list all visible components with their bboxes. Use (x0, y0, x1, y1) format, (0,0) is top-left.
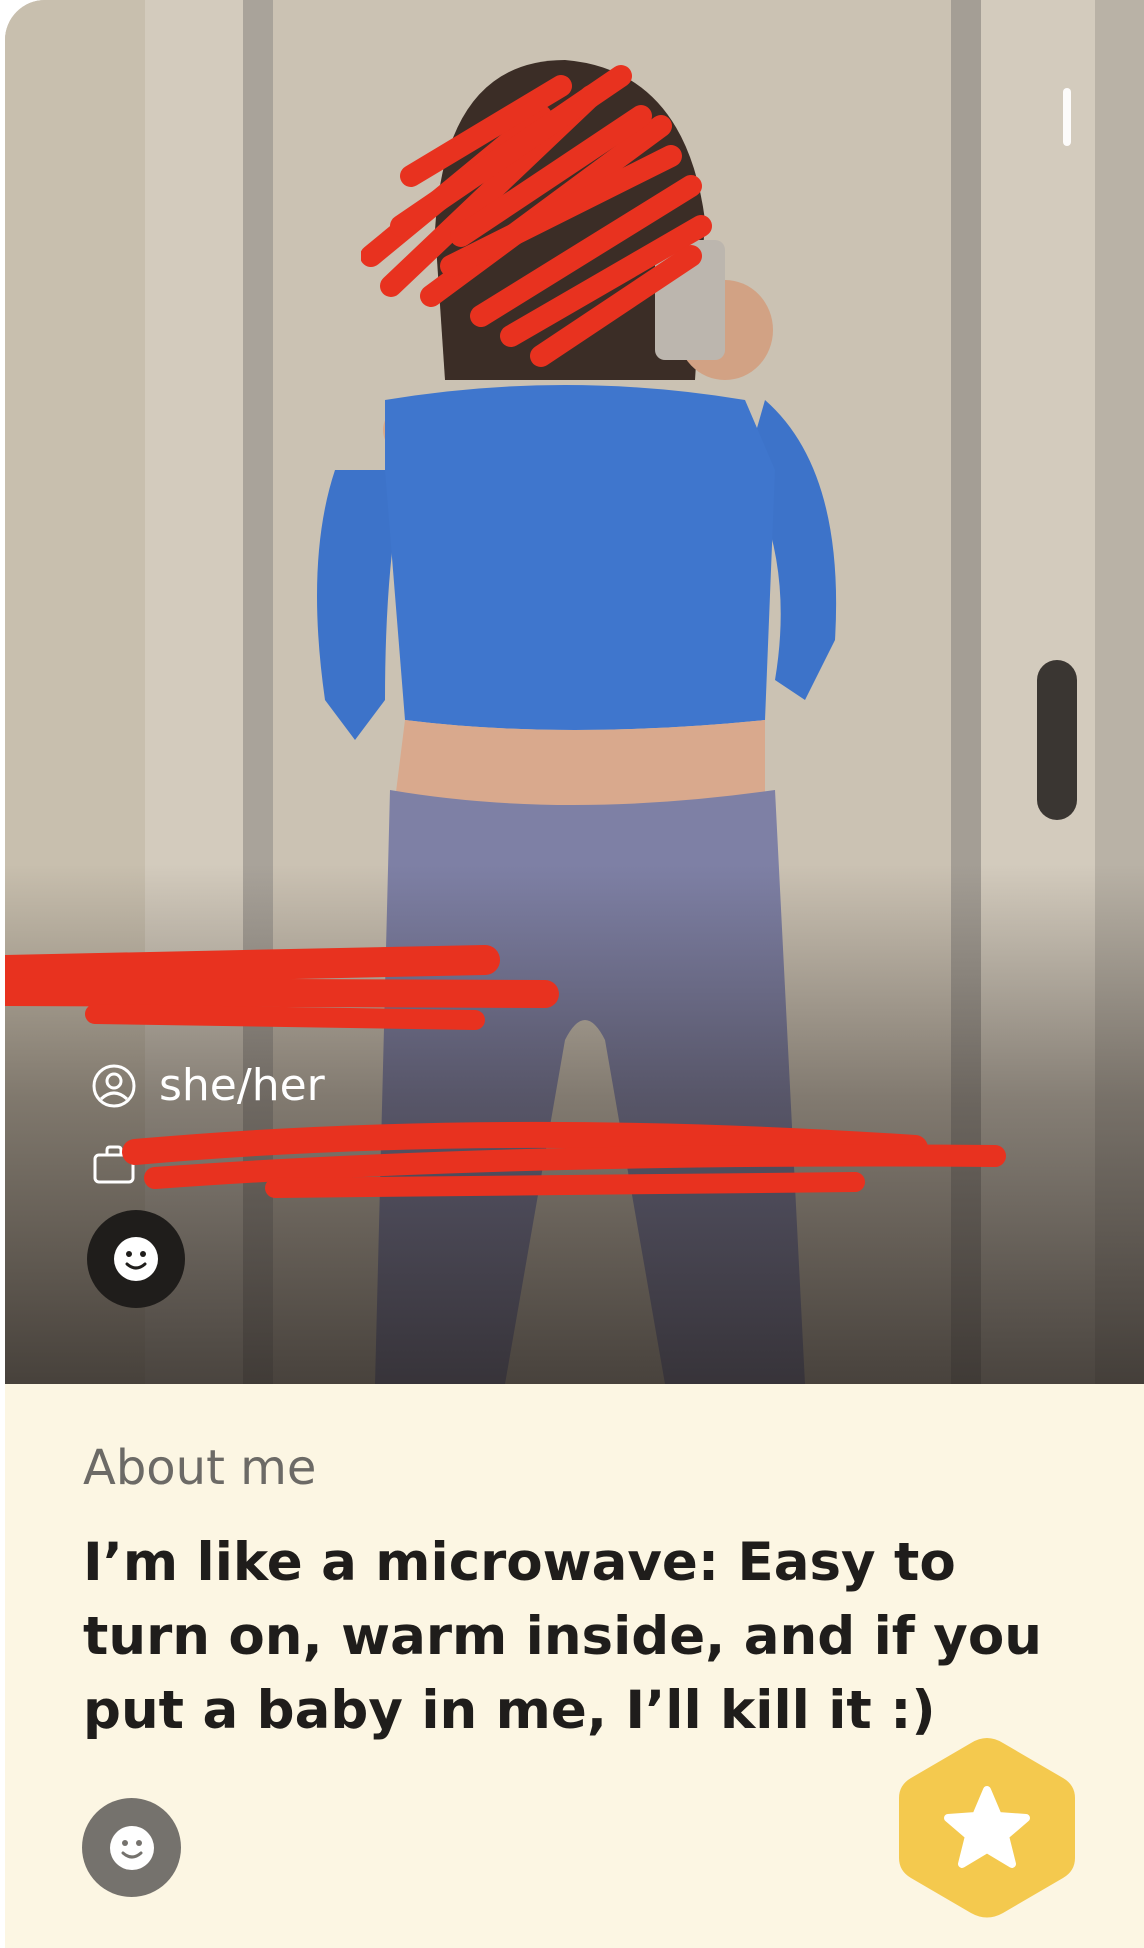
profile-photo[interactable]: she/her (5, 0, 1144, 1384)
work-redaction-scribble (122, 1121, 1006, 1198)
photo-reaction-button[interactable] (87, 1210, 185, 1308)
pronouns-text: she/her (159, 1060, 325, 1111)
about-title: About me (83, 1440, 317, 1496)
person-circle-icon (92, 1064, 136, 1108)
about-reaction-button[interactable] (82, 1798, 181, 1897)
face-redaction-scribble (361, 65, 712, 367)
photo-progress-indicator (1063, 88, 1071, 146)
superswipe-button[interactable] (895, 1734, 1079, 1922)
smiley-icon (109, 1825, 154, 1870)
about-text: I’m like a microwave: Easy to turn on, w… (83, 1532, 1042, 1741)
about-section: About me I’m like a microwave: Easy to t… (5, 1384, 1144, 1948)
pronouns-row: she/her (91, 1062, 325, 1110)
smiley-icon (114, 1237, 158, 1281)
name-redaction-scribble (5, 945, 559, 1030)
